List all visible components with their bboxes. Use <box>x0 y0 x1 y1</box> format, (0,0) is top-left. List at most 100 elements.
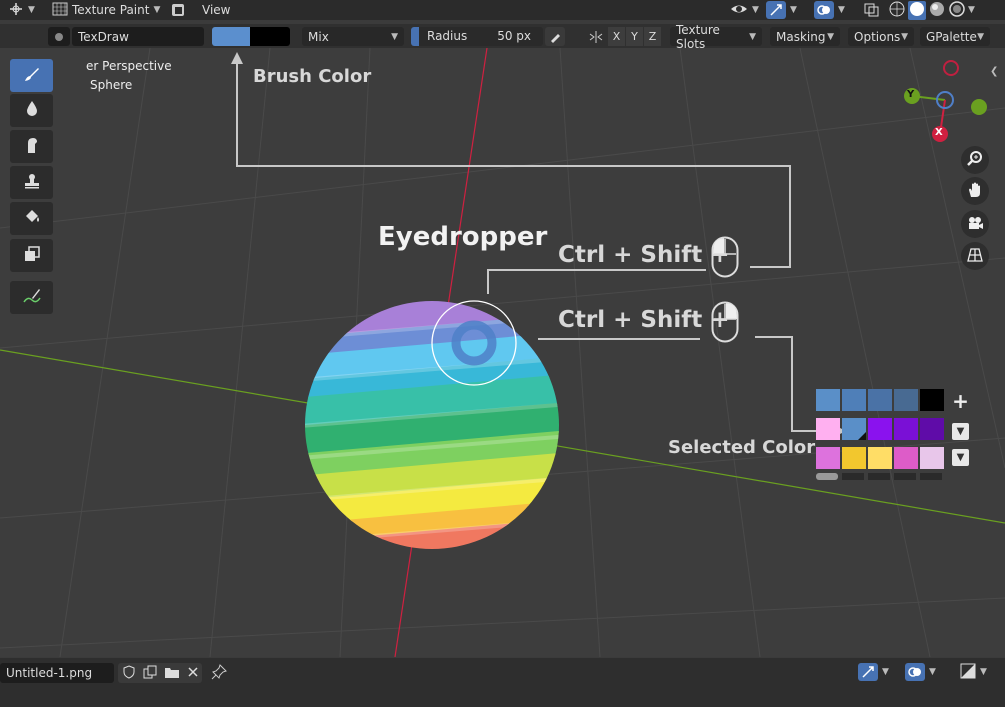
palette-swatch[interactable] <box>920 447 944 469</box>
options-dropdown[interactable]: Options ▼ <box>848 27 914 46</box>
tool-soften[interactable] <box>10 94 53 127</box>
palette-swatch[interactable] <box>816 447 840 469</box>
painted-sphere <box>305 301 559 549</box>
texture-paint-icon <box>52 2 68 19</box>
tool-smear[interactable] <box>10 130 53 163</box>
axis-x-label: X <box>612 30 621 43</box>
overlay-toggle[interactable]: ▼ <box>814 1 845 19</box>
editor-type-menu[interactable]: ▼ <box>8 1 35 19</box>
radius-label: Radius <box>427 29 468 43</box>
xray-toggle[interactable] <box>864 1 880 19</box>
duplicate-icon[interactable] <box>143 665 157 682</box>
tool-draw[interactable] <box>10 59 53 92</box>
palette-swatch[interactable] <box>842 447 866 469</box>
pressure-toggle[interactable] <box>545 27 565 46</box>
image-editor-header: Untitled-1.png ▼ ▼ ▼ <box>0 658 1005 707</box>
brush-color-swatch[interactable] <box>212 27 250 46</box>
bottom-overlay-toggle[interactable]: ▼ <box>905 663 936 681</box>
pan-button[interactable] <box>961 177 989 205</box>
palette-swatch[interactable] <box>894 389 918 411</box>
wireframe-shading-icon[interactable] <box>888 1 906 20</box>
gizmo-icon <box>858 663 878 681</box>
mode-selector[interactable]: Texture Paint ▼ <box>52 1 160 19</box>
selected-color-annotation: Selected Color <box>668 437 816 458</box>
navigation-gizmo[interactable] <box>904 60 987 142</box>
secondary-color-swatch[interactable] <box>250 27 290 46</box>
add-color-button[interactable]: + <box>952 389 969 413</box>
visibility-menu[interactable]: ▼ <box>730 1 759 19</box>
projection-toggle-button[interactable] <box>961 242 989 270</box>
mouse-right-click-icon <box>711 301 739 346</box>
menu-view[interactable]: View <box>202 1 230 19</box>
palette-sort-button[interactable]: ▼ <box>952 449 969 466</box>
folder-icon[interactable] <box>164 665 180 682</box>
image-name-field[interactable]: Untitled-1.png <box>0 663 114 683</box>
chevron-down-icon: ▼ <box>901 31 908 42</box>
radius-slider[interactable]: Radius 50 px <box>411 27 543 46</box>
palette-swatch[interactable] <box>894 447 918 469</box>
material-shading-icon[interactable] <box>928 1 946 20</box>
tool-annotate[interactable] <box>10 281 53 314</box>
shading-modes[interactable]: ▼ <box>888 0 975 20</box>
brush-color-annotation: Brush Color <box>253 66 372 87</box>
chevron-down-icon: ▼ <box>827 31 834 42</box>
smear-icon <box>22 135 42 158</box>
pin-icon[interactable] <box>211 664 227 683</box>
mouse-left-click-icon <box>711 236 739 281</box>
gizmo-toggle[interactable]: ▼ <box>766 1 797 19</box>
palette-scroll-handle[interactable] <box>816 473 838 480</box>
view-perspective-label: er Perspective <box>86 59 172 73</box>
display-channels-dropdown[interactable]: ▼ <box>960 663 987 681</box>
arrow-up-icon <box>231 52 243 64</box>
masking-label: Masking <box>776 29 826 44</box>
axis-z-label: Z <box>648 30 657 43</box>
bottom-gizmo-toggle[interactable]: ▼ <box>858 663 889 681</box>
palette-swatch[interactable] <box>868 418 892 440</box>
mirror-x-button[interactable]: X <box>608 27 625 46</box>
gizmo-neg-z[interactable] <box>943 60 959 76</box>
palette-swatch[interactable] <box>816 418 840 440</box>
tool-clone[interactable] <box>10 166 53 199</box>
zoom-button[interactable] <box>961 146 989 174</box>
chevron-down-icon: ▼ <box>153 5 161 15</box>
camera-view-button[interactable] <box>961 210 989 238</box>
sidebar-toggle-chevron-icon[interactable]: ❮ <box>990 66 998 77</box>
palette-swatch[interactable] <box>894 418 918 440</box>
tool-fill[interactable] <box>10 202 53 235</box>
rendered-shading-icon[interactable] <box>948 0 966 20</box>
palette-swatch[interactable] <box>816 389 840 411</box>
editor-header: ▼ Texture Paint ▼ View ▼ ▼ ▼ ▼ <box>0 0 1005 20</box>
gizmo-x-label: X <box>935 127 943 138</box>
symmetry-icon[interactable] <box>588 30 604 47</box>
mask-icon <box>22 244 42 267</box>
palette-swatch[interactable] <box>920 389 944 411</box>
masking-dropdown[interactable]: Masking ▼ <box>770 27 840 46</box>
texture-slots-dropdown[interactable]: Texture Slots ▼ <box>670 23 762 51</box>
chevron-down-icon: ▼ <box>391 31 398 42</box>
close-icon[interactable] <box>187 666 199 681</box>
blend-mode-dropdown[interactable]: Mix ▼ <box>302 27 404 46</box>
channels-icon <box>960 663 976 682</box>
palette-swatch[interactable] <box>868 447 892 469</box>
mirror-y-button[interactable]: Y <box>626 27 643 46</box>
tool-mask[interactable] <box>10 239 53 272</box>
palette-swatch[interactable] <box>842 389 866 411</box>
viewport-grid <box>0 48 1005 657</box>
drop-icon <box>22 99 42 122</box>
slot-toggle-button[interactable] <box>170 1 186 19</box>
brush-name-field[interactable]: TexDraw <box>72 27 204 46</box>
eye-icon <box>730 2 748 19</box>
palette-swatch[interactable] <box>842 418 866 440</box>
palette-swatch[interactable] <box>868 389 892 411</box>
palette-menu-button[interactable]: ▼ <box>952 423 969 440</box>
gizmo-neg-y[interactable] <box>971 99 987 115</box>
mirror-z-button[interactable]: Z <box>644 27 661 46</box>
brush-preview-button[interactable] <box>48 27 70 46</box>
shield-icon[interactable] <box>122 664 136 682</box>
palette-dropdown[interactable]: GPalette ▼ <box>920 27 990 46</box>
solid-shading-icon[interactable] <box>908 0 926 20</box>
3d-viewport[interactable]: Y X er Perspective Sphere ❮ Brush Color … <box>0 48 1005 657</box>
palette-swatch[interactable] <box>920 418 944 440</box>
gizmo-y-label: Y <box>907 89 915 100</box>
mode-label: Texture Paint <box>72 3 150 17</box>
